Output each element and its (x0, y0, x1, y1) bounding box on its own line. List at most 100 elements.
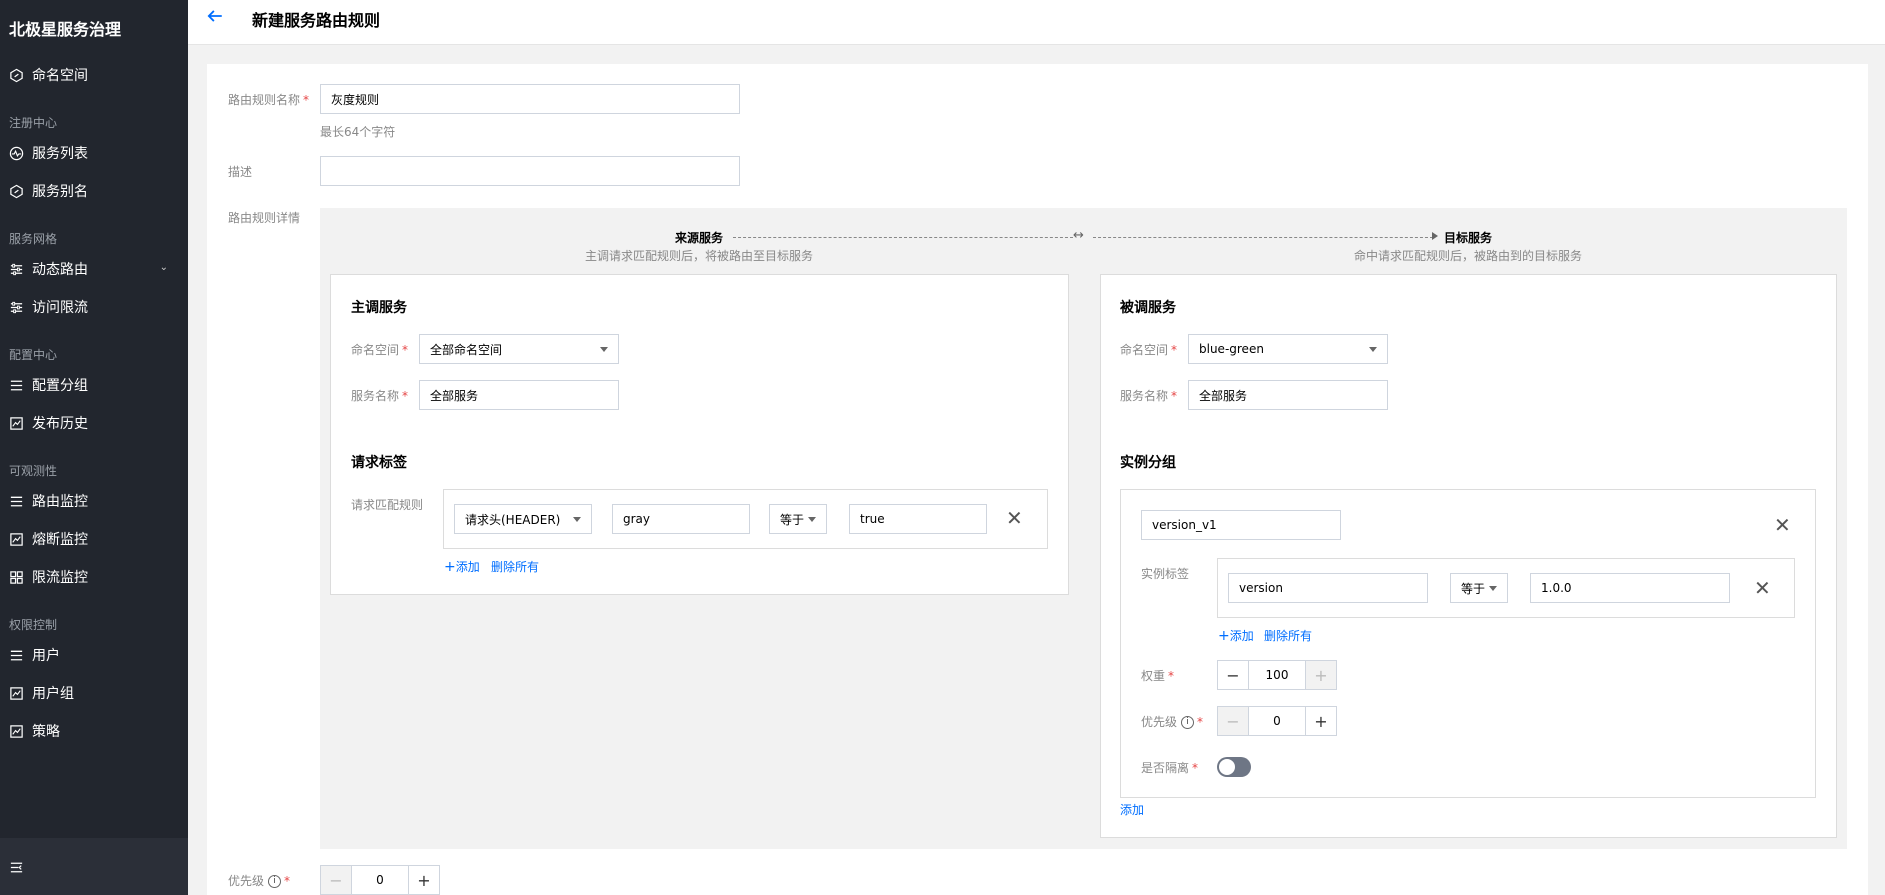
increment-button[interactable]: + (409, 866, 439, 894)
delete-all-rules-button[interactable]: 删除所有 (491, 558, 539, 575)
remove-group-close-icon[interactable]: ✕ (1774, 515, 1791, 535)
hexagon-icon (9, 184, 24, 199)
caret-down-icon (600, 346, 608, 352)
info-icon[interactable]: i (268, 875, 282, 888)
group-name-input[interactable]: version_v1 (1141, 510, 1341, 540)
sidebar-item-release-history[interactable]: 发布历史 (0, 406, 188, 440)
target-service-input[interactable]: 全部服务 (1188, 380, 1388, 410)
increment-button[interactable]: + (1306, 707, 1336, 735)
source-service-title: 来源服务 (675, 231, 724, 245)
delete-all-tags-button[interactable]: 删除所有 (1264, 627, 1312, 644)
isolate-label: 是否隔离 * (1141, 761, 1199, 775)
sidebar-item-label: 用户 (32, 648, 60, 664)
group-mesh: 服务网格 (9, 232, 58, 246)
tag-key-input[interactable]: version (1228, 573, 1428, 603)
group-access: 权限控制 (9, 618, 58, 632)
source-namespace-label: 命名空间 * (351, 343, 409, 357)
increment-button[interactable]: + (1306, 661, 1336, 689)
chart-icon (9, 416, 24, 431)
tag-operator-select[interactable]: 等于 (1450, 573, 1508, 603)
group-config: 配置中心 (9, 348, 58, 362)
rule-name-input[interactable]: 灰度规则 (320, 84, 740, 114)
sidebar-item-dynamic-route[interactable]: 动态路由 ⌄ (0, 252, 188, 286)
remove-rule-close-icon[interactable]: ✕ (1006, 508, 1023, 528)
rule-priority-value[interactable]: 0 (351, 866, 409, 894)
sidebar-item-label: 限流监控 (32, 570, 88, 586)
sliders-icon (9, 262, 24, 277)
rule-operator-select[interactable]: 等于 (769, 504, 827, 534)
list-icon (9, 648, 24, 663)
weight-stepper: − 100 + (1217, 660, 1337, 690)
plus-icon: + (1218, 628, 1230, 644)
sidebar-item-label: 服务列表 (32, 146, 88, 162)
rule-key-input[interactable]: gray (612, 504, 750, 534)
target-namespace-select[interactable]: blue-green (1188, 334, 1388, 364)
toggle-knob (1219, 759, 1235, 775)
caller-service-heading: 主调服务 (351, 300, 407, 316)
rule-type-select[interactable]: 请求头(HEADER) (454, 504, 592, 534)
info-icon[interactable]: i (1181, 716, 1195, 729)
flow-arrowhead (1432, 232, 1438, 240)
sidebar-item-user-group[interactable]: 用户组 (0, 676, 188, 710)
group-priority-stepper: − 0 + (1217, 706, 1337, 736)
target-service-title: 目标服务 (1444, 231, 1493, 245)
source-service-input[interactable]: 全部服务 (419, 380, 619, 410)
remove-tag-close-icon[interactable]: ✕ (1754, 578, 1771, 598)
chevron-down-icon: ⌄ (159, 262, 168, 273)
source-service-desc: 主调请求匹配规则后，将被路由至目标服务 (585, 249, 814, 263)
weight-label: 权重 * (1141, 669, 1175, 683)
decrement-button[interactable]: − (1218, 661, 1248, 689)
sidebar-item-rate-limit[interactable]: 访问限流 (0, 290, 188, 324)
add-tag-button[interactable]: +添加 (1218, 627, 1254, 644)
collapse-menu-icon[interactable] (9, 860, 24, 879)
page-header: 新建服务路由规则 (188, 0, 1885, 45)
sidebar-footer (0, 838, 188, 895)
sidebar-item-route-monitor[interactable]: 路由监控 (0, 484, 188, 518)
sidebar-item-policy[interactable]: 策略 (0, 714, 188, 748)
sidebar-item-service-alias[interactable]: 服务别名 (0, 174, 188, 208)
add-instance-group-button[interactable]: 添加 (1120, 801, 1144, 818)
request-tags-heading: 请求标签 (351, 455, 407, 471)
rule-priority-label: 优先级 i * (228, 874, 291, 888)
callee-service-heading: 被调服务 (1120, 300, 1176, 316)
flow-line-left (733, 237, 1073, 238)
sidebar-item-namespace[interactable]: 命名空间 (0, 58, 188, 92)
sidebar-item-circuit-monitor[interactable]: 熔断监控 (0, 522, 188, 556)
description-label: 描述 (228, 165, 253, 179)
decrement-button[interactable]: − (321, 866, 351, 894)
sidebar-item-label: 动态路由 (32, 262, 88, 278)
instance-group-heading: 实例分组 (1120, 455, 1176, 471)
caret-down-icon (1369, 346, 1377, 352)
sidebar-item-config-group[interactable]: 配置分组 (0, 368, 188, 402)
description-input[interactable] (320, 156, 740, 186)
sidebar-item-limit-monitor[interactable]: 限流监控 (0, 560, 188, 594)
sidebar-item-label: 发布历史 (32, 416, 88, 432)
isolate-toggle[interactable] (1217, 757, 1251, 777)
rule-detail-label: 路由规则详情 (228, 211, 301, 225)
add-rule-button[interactable]: +添加 (444, 558, 480, 575)
sidebar-item-label: 策略 (32, 724, 60, 740)
hexagon-icon (9, 68, 24, 83)
source-namespace-select[interactable]: 全部命名空间 (419, 334, 619, 364)
back-arrow-icon[interactable] (206, 7, 226, 27)
group-priority-label: 优先级 i * (1141, 715, 1204, 729)
decrement-button[interactable]: − (1218, 707, 1248, 735)
tag-value-input[interactable]: 1.0.0 (1530, 573, 1730, 603)
sidebar-item-label: 熔断监控 (32, 532, 88, 548)
caret-down-icon (808, 516, 816, 522)
target-namespace-label: 命名空间 * (1120, 343, 1178, 357)
request-match-label: 请求匹配规则 (351, 498, 424, 512)
list-icon (9, 494, 24, 509)
chart-icon (9, 532, 24, 547)
weight-value[interactable]: 100 (1248, 661, 1306, 689)
rule-value-input[interactable]: true (849, 504, 987, 534)
sidebar-item-label: 路由监控 (32, 494, 88, 510)
sidebar-item-service-list[interactable]: 服务列表 (0, 136, 188, 170)
swap-arrows-icon: ↔ (1073, 228, 1084, 243)
group-priority-value[interactable]: 0 (1248, 707, 1306, 735)
sidebar-item-user[interactable]: 用户 (0, 638, 188, 672)
pulse-icon (9, 146, 24, 161)
plus-icon: + (444, 559, 456, 575)
group-registry: 注册中心 (9, 116, 58, 130)
chart-icon (9, 686, 24, 701)
